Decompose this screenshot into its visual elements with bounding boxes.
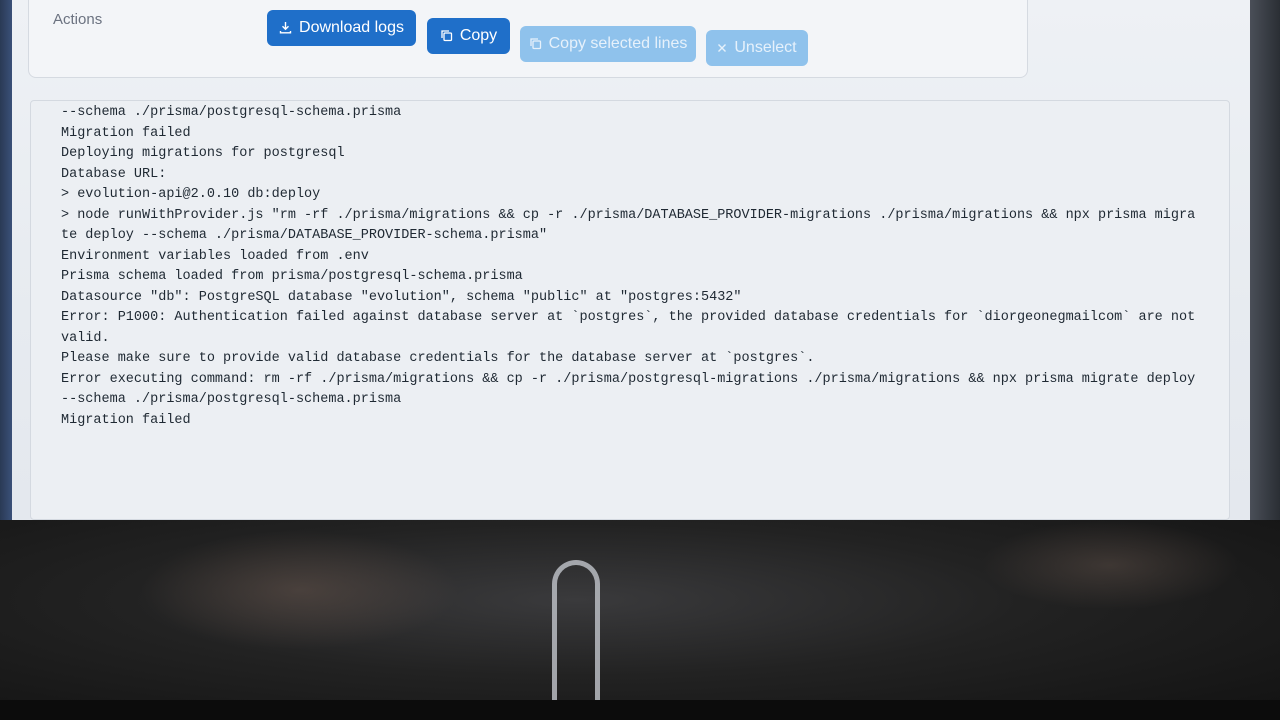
log-line: Prisma schema loaded from prisma/postgre… [61, 269, 523, 284]
log-line: Migration failed [61, 412, 191, 428]
log-line: Error executing command: rm -rf ./prisma… [61, 371, 1196, 387]
screen: Actions Download logs Copy Copy selected… [12, 0, 1250, 520]
monitor-bezel-left [0, 0, 12, 520]
log-line: --schema ./prisma/postgresql-schema.pris… [61, 105, 402, 120]
copy-icon [529, 37, 542, 52]
copy-label: Copy [459, 27, 498, 44]
log-line: Datasource "db": PostgreSQL database "ev… [61, 289, 742, 305]
monitor-bezel-bottom [0, 700, 1280, 720]
desk-reflection [140, 530, 460, 650]
log-line: Environment variables loaded from .env [61, 248, 369, 264]
desk-reflection [980, 520, 1240, 610]
log-line: Deploying migrations for postgresql [61, 146, 345, 161]
copy-selected-lines-button[interactable]: Copy selected lines [520, 26, 696, 62]
download-icon [279, 21, 292, 36]
log-line: valid. [61, 330, 110, 346]
log-line: > evolution-api@2.0.10 db:deploy [61, 187, 321, 202]
cable [552, 560, 600, 700]
log-line: Database URL: [61, 166, 167, 182]
copy-button[interactable]: Copy [427, 18, 510, 54]
download-logs-label: Download logs [299, 19, 404, 36]
actions-label: Actions [53, 11, 103, 28]
log-line: Migration failed [61, 125, 191, 141]
copy-selected-lines-label: Copy selected lines [548, 35, 688, 52]
unselect-button[interactable]: Unselect [706, 30, 808, 66]
unselect-label: Unselect [734, 39, 797, 56]
copy-icon [440, 29, 453, 44]
log-output-panel[interactable]: --schema ./prisma/postgresql-schema.pris… [30, 100, 1230, 520]
download-logs-button[interactable]: Download logs [267, 10, 416, 46]
log-line: --schema ./prisma/postgresql-schema.pris… [61, 392, 402, 407]
close-icon [717, 41, 727, 55]
log-line: Please make sure to provide valid databa… [61, 351, 815, 366]
monitor-bezel-right [1250, 0, 1280, 520]
log-line: Error: P1000: Authentication failed agai… [61, 310, 1196, 325]
log-lines: --schema ./prisma/postgresql-schema.pris… [61, 103, 1221, 431]
log-line: > node runWithProvider.js "rm -rf ./pris… [61, 207, 1196, 223]
log-line: te deploy --schema ./prisma/DATABASE_PRO… [61, 228, 548, 243]
